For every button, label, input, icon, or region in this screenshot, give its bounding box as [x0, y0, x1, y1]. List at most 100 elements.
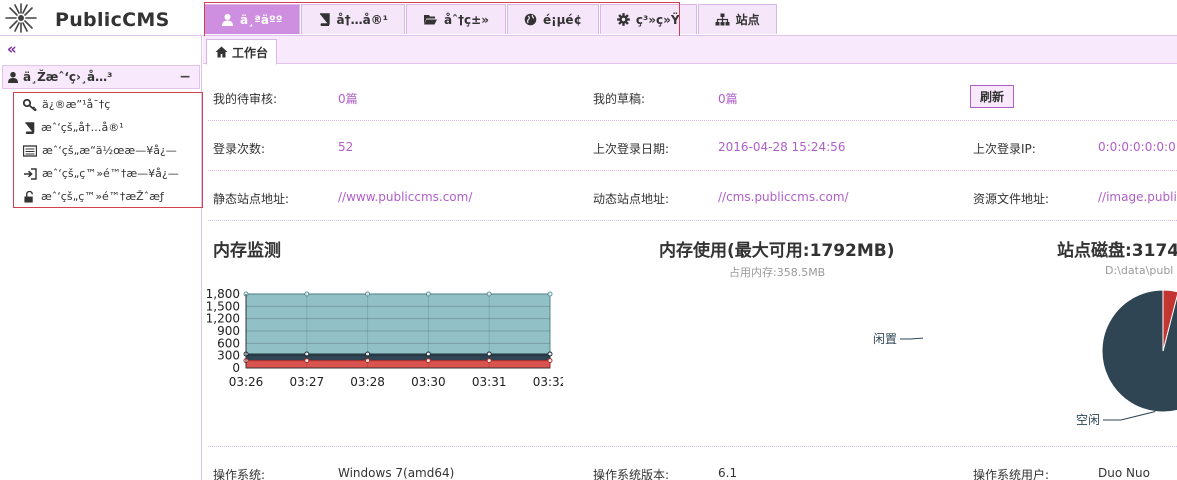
tab-site[interactable]: 站点: [697, 4, 777, 34]
home-icon: [215, 46, 228, 58]
os-label: 操作系统:: [213, 468, 266, 480]
last-login-date-value: 2016-04-28 15:24:56: [718, 140, 846, 154]
last-login-ip-label: 上次登录IP:: [973, 142, 1036, 156]
collapse-group-icon[interactable]: −: [179, 69, 191, 85]
tab-system[interactable]: ç³»ç»Ÿ: [599, 4, 697, 34]
pie-label: 闲置: [873, 332, 897, 346]
disk-usage-pie: 空闲: [1076, 289, 1177, 427]
refresh-button[interactable]: 刷新: [970, 85, 1015, 108]
user-icon: [7, 71, 19, 83]
x-tick-label: 03:26: [229, 375, 264, 389]
sidebar-item-label: æˆ‘çš„ç™»é™†æŽˆæƒ: [41, 190, 164, 203]
info-row-login: 登录次数: 52 上次登录日期: 2016-04-28 15:24:56 上次登…: [208, 121, 1177, 171]
drafts-value[interactable]: 0篇: [718, 90, 738, 107]
y-tick-label: 1,800: [206, 287, 240, 301]
login-count-label: 登录次数:: [213, 142, 266, 156]
app-root: PublicCMS ä¸ªäºº å†…å®¹ åˆ†ç±» é¡µé¢ ç³»…: [0, 0, 1177, 480]
gear-icon: [617, 13, 630, 26]
sidebar-item-label: æˆ‘çš„ç™»é™†æ—¥å¿—: [42, 167, 179, 180]
last-login-ip-value: 0:0:0:0:0:0:0:1: [1098, 140, 1177, 154]
os-version-value: 6.1: [718, 466, 738, 480]
header: PublicCMS ä¸ªäºº å†…å®¹ åˆ†ç±» é¡µé¢ ç³»…: [0, 0, 1177, 39]
x-tick-label: 03:31: [472, 375, 507, 389]
tab-label: 站点: [735, 13, 760, 27]
list-icon: [23, 144, 37, 157]
y-tick-label: 900: [217, 324, 240, 338]
sidebar: « ä¸Žæˆ‘ç›¸å…³ − ä¿®æ”¹å¯†ç æˆ‘çš„å†…å®¹…: [0, 36, 203, 480]
sitemap-icon: [715, 13, 730, 26]
tab-label: ä¸ªäºº: [240, 12, 283, 27]
info-row-sites: 静态站点地址: //www.publiccms.com/ 动态站点地址: //c…: [208, 171, 1177, 221]
tab-label: åˆ†ç±»: [443, 12, 489, 27]
pie-label: 空闲: [1076, 413, 1100, 427]
os-version-label: 操作系统版本:: [593, 468, 670, 480]
tab-label: å†…å®¹: [336, 12, 388, 27]
tab-page[interactable]: é¡µé¢: [506, 4, 599, 34]
tab-label: ç³»ç»Ÿ: [635, 12, 680, 27]
pie-label-line: [1103, 411, 1156, 421]
os-user-label: 操作系统用户:: [973, 468, 1050, 480]
disk-subtitle: D:\data\publ: [1105, 264, 1174, 277]
y-tick-label: 1,500: [206, 299, 240, 313]
top-nav: ä¸ªäºº å†…å®¹ åˆ†ç±» é¡µé¢ ç³»ç»Ÿ 站点: [204, 2, 778, 39]
os-user-value: Duo Nuo: [1098, 466, 1150, 480]
pending-review-label: 我的待审核:: [213, 92, 278, 106]
x-tick-label: 03:27: [290, 375, 325, 389]
menu-group-header[interactable]: ä¸Žæˆ‘ç›¸å…³ −: [2, 65, 200, 89]
logo-icon: [5, 3, 37, 33]
tab-workbench-label: 工作台: [232, 45, 269, 60]
app-name: PublicCMS: [55, 9, 170, 31]
collapse-sidebar-button[interactable]: «: [7, 40, 17, 58]
dynamic-site-link[interactable]: //cms.publiccms.com/: [718, 190, 849, 204]
static-site-link[interactable]: //www.publiccms.com/: [338, 190, 472, 204]
logo[interactable]: PublicCMS: [5, 3, 195, 33]
tab-category[interactable]: åˆ†ç±»: [405, 4, 506, 34]
globe-icon: [524, 13, 537, 26]
y-tick-label: 0: [232, 361, 240, 375]
login-count-value: 52: [338, 140, 354, 154]
sidebar-item-change-password[interactable]: ä¿®æ”¹å¯†ç: [14, 93, 202, 116]
resource-files-link[interactable]: //image.publiccms.com/: [1098, 190, 1177, 204]
tab-label: é¡µé¢: [542, 12, 582, 27]
folder-open-icon: [423, 15, 437, 25]
memory-monitor-title: 内存监测: [213, 241, 281, 261]
memory-monitor-chart: 03006009001,2001,5001,800 03:26 03:27 03:28…: [206, 287, 563, 389]
info-row-review: 我的待审核: 0篇 我的草稿: 0篇 刷新: [208, 71, 1177, 121]
disk-title: 站点磁盘:3174: [1057, 241, 1177, 261]
menu-list: ä¿®æ”¹å¯†ç æˆ‘çš„å†…å®¹ æˆ‘çš„æ“ä½œæ—¥å¿…: [13, 92, 203, 208]
series-area: [245, 360, 551, 369]
tab-personal[interactable]: ä¸ªäºº: [204, 4, 300, 34]
x-tick-label: 03:28: [350, 375, 385, 389]
sidebar-item-login-authorization[interactable]: æˆ‘çš„ç™»é™†æŽˆæƒ: [14, 185, 202, 208]
sidebar-item-label: æˆ‘çš„å†…å®¹: [41, 121, 124, 134]
sidebar-item-my-content[interactable]: æˆ‘çš„å†…å®¹: [14, 116, 202, 139]
main-panel: 工作台 我的待审核: 0篇 我的草稿: 0篇 刷新 登录次数: 52 上次登录日…: [203, 36, 1177, 480]
sidebar-item-login-log[interactable]: æˆ‘çš„ç™»é™†æ—¥å¿—: [14, 162, 202, 185]
last-login-date-label: 上次登录日期:: [593, 142, 670, 156]
dynamic-site-label: 动态站点地址:: [593, 192, 670, 206]
sign-in-icon: [24, 167, 37, 180]
tab-workbench[interactable]: 工作台: [206, 39, 278, 65]
workbench-tabbar: 工作台: [203, 36, 1177, 65]
unlock-icon: [24, 190, 33, 203]
y-tick-label: 600: [217, 336, 240, 350]
user-icon: [222, 14, 233, 26]
resource-files-label: 资源文件地址:: [973, 192, 1050, 206]
static-site-label: 静态站点地址:: [213, 192, 290, 206]
drafts-label: 我的草稿:: [593, 92, 646, 106]
info-row-os: 操作系统: Windows 7(amd64) 操作系统版本: 6.1 操作系统用…: [208, 446, 1177, 480]
sidebar-item-operation-log[interactable]: æˆ‘çš„æ“ä½œæ—¥å¿—: [14, 139, 202, 162]
x-tick-label: 03:32: [533, 375, 563, 389]
sidebar-item-label: ä¿®æ”¹å¯†ç: [42, 98, 111, 111]
key-icon: [23, 98, 37, 111]
menu-group-label: ä¸Žæˆ‘ç›¸å…³: [23, 70, 113, 84]
tab-content[interactable]: å†…å®¹: [300, 4, 405, 34]
x-tick-label: 03:30: [411, 375, 446, 389]
memory-usage-subtitle: 占用内存:358.5MB: [729, 266, 826, 279]
pending-review-value[interactable]: 0篇: [338, 90, 358, 107]
os-value: Windows 7(amd64): [338, 466, 455, 480]
book-icon: [319, 13, 330, 26]
memory-usage-pie: 已用闲置: [873, 332, 923, 346]
y-tick-label: 300: [217, 349, 240, 363]
pie-label-line: [900, 337, 923, 340]
